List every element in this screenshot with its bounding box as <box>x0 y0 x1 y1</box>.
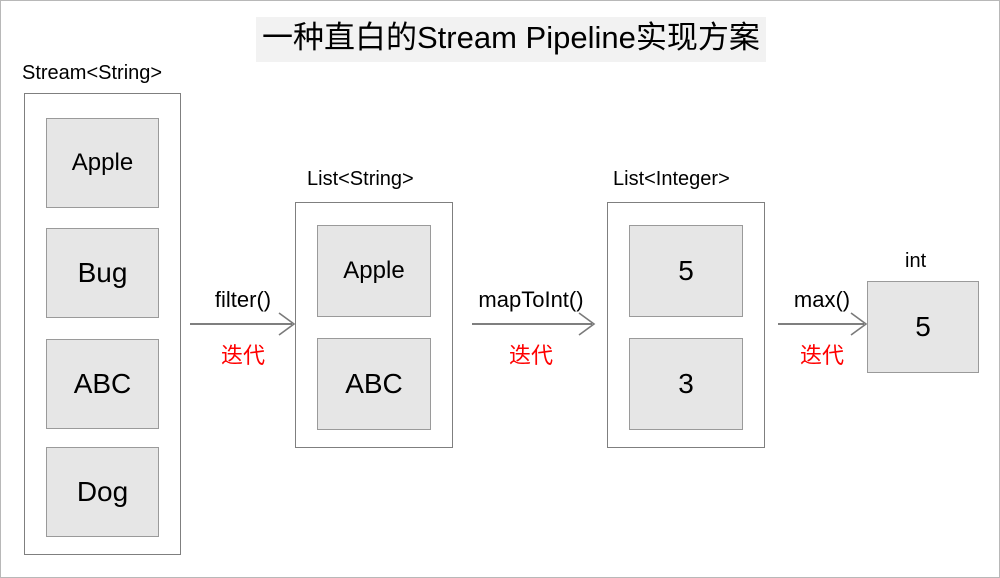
caption-list-integer: List<Integer> <box>613 168 730 190</box>
arrow-max-icon <box>777 311 869 337</box>
arrow-label-max: max() <box>793 287 851 312</box>
arrow-label-filter: filter() <box>214 287 272 312</box>
cell-list-integer-0[interactable]: 5 <box>629 225 743 317</box>
arrow-filter-icon <box>189 311 297 337</box>
cell-list-string-1[interactable]: ABC <box>317 338 431 430</box>
cell-stream-string-0[interactable]: Apple <box>46 118 159 208</box>
arrow-label-maptoint: mapToInt() <box>478 287 584 312</box>
arrow-maptoint-icon <box>471 311 597 337</box>
cell-list-integer-1[interactable]: 3 <box>629 338 743 430</box>
arrow-sublabel-max: 迭代 <box>799 343 844 368</box>
cell-stream-string-2[interactable]: ABC <box>46 339 159 429</box>
cell-list-string-0[interactable]: Apple <box>317 225 431 317</box>
caption-int: int <box>905 250 927 272</box>
arrow-sublabel-filter: 迭代 <box>220 343 265 368</box>
diagram-canvas: 一种直白的Stream Pipeline实现方案 Stream<String> … <box>0 0 1000 578</box>
cell-int-result[interactable]: 5 <box>867 281 979 373</box>
cell-stream-string-3[interactable]: Dog <box>46 447 159 537</box>
arrow-sublabel-maptoint: 迭代 <box>508 343 553 368</box>
page-title: 一种直白的Stream Pipeline实现方案 <box>256 17 766 62</box>
cell-stream-string-1[interactable]: Bug <box>46 228 159 318</box>
caption-stream-string: Stream<String> <box>22 62 163 84</box>
caption-list-string: List<String> <box>307 168 414 190</box>
